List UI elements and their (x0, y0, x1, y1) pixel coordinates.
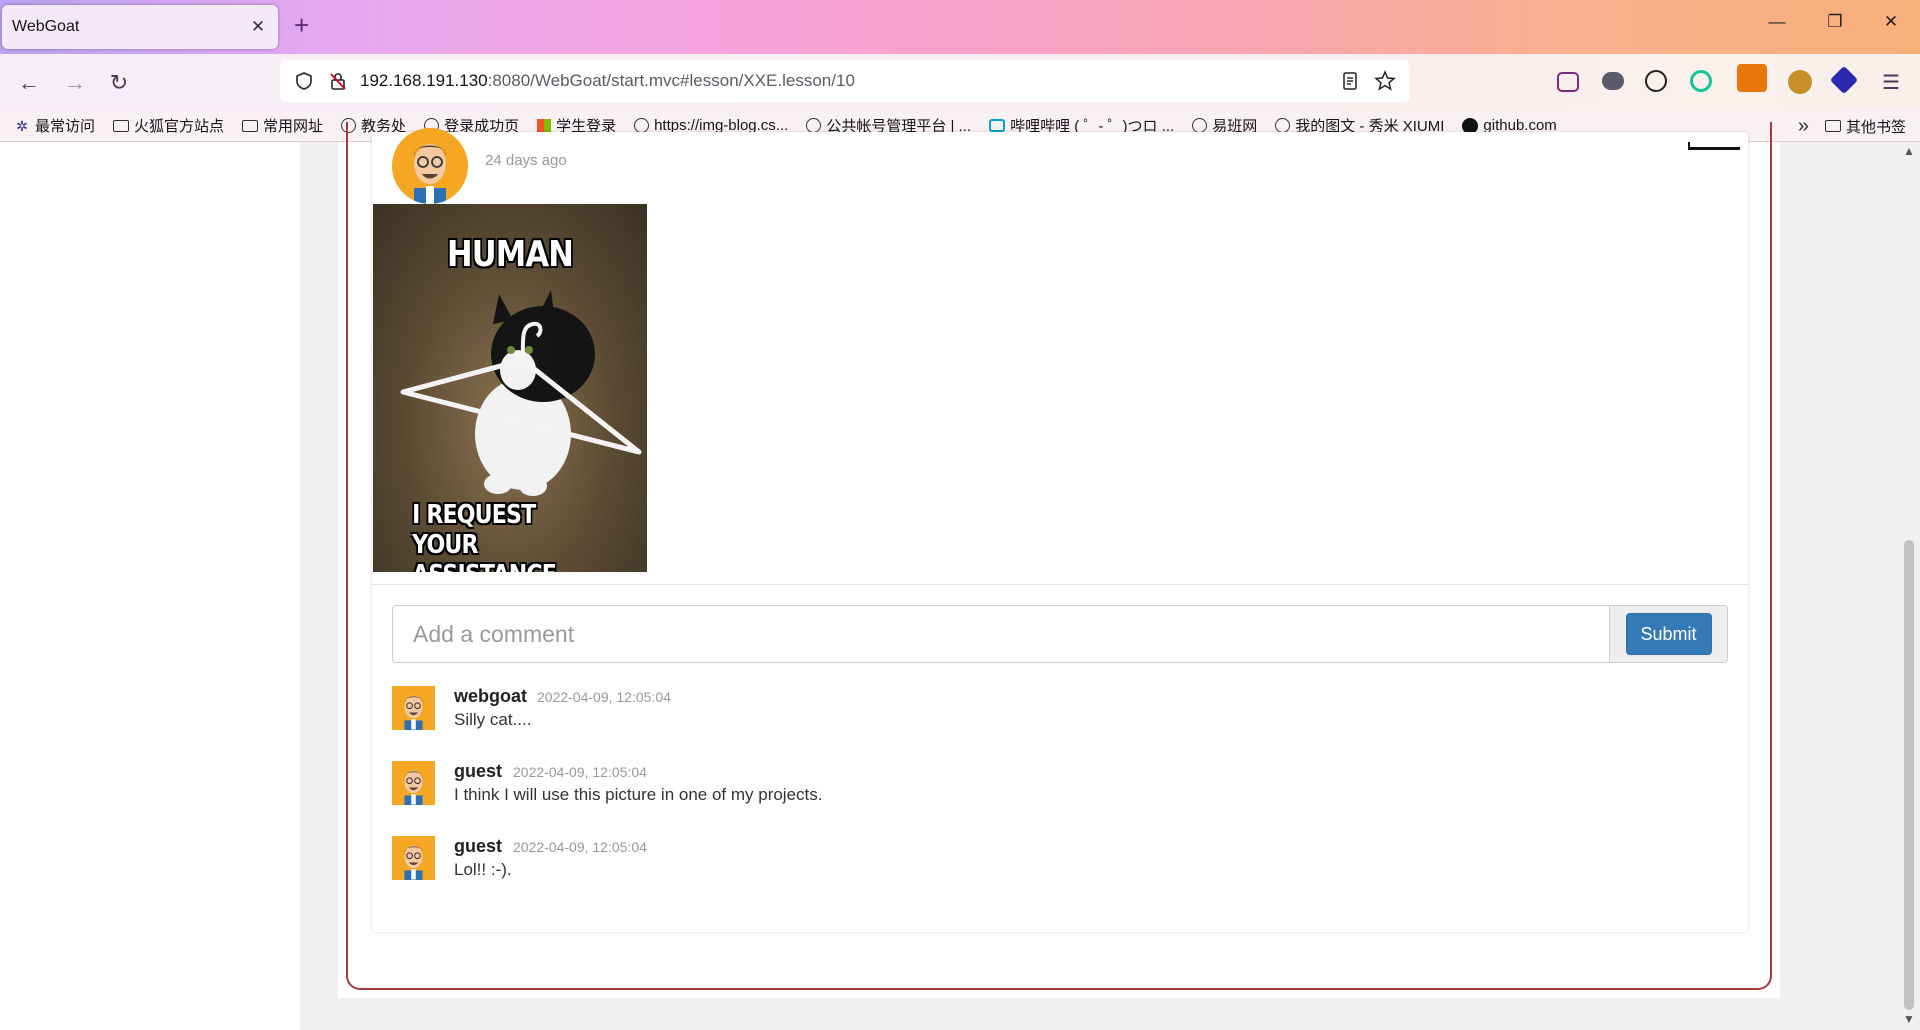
comment-input[interactable] (392, 605, 1610, 663)
restore-button[interactable]: ❐ (1812, 12, 1858, 32)
tab-strip: WebGoat ✕ + — ❐ ✕ (0, 0, 1920, 54)
scroll-up-arrow-icon[interactable]: ▲ (1900, 144, 1918, 158)
pocket-icon[interactable] (1557, 72, 1579, 92)
post-author-avatar (392, 128, 468, 204)
reader-view-icon[interactable] (1340, 71, 1360, 91)
comment-text: I think I will use this picture in one o… (454, 785, 823, 804)
tampermonkey-icon[interactable] (1788, 70, 1812, 94)
menu-icon[interactable]: ☰ (1874, 66, 1908, 100)
cat-meme-image: HUMAN I REQUEST YOUR ASSISTANCE (373, 204, 647, 572)
extension-icon[interactable] (1829, 65, 1859, 95)
url-bar[interactable]: 192.168.191.130:8080/WebGoat/start.mvc#l… (280, 60, 1410, 102)
comment-user: webgoat (454, 686, 528, 706)
comment-user: guest (454, 836, 503, 856)
meme-top-text: HUMAN (447, 234, 574, 275)
scrollbar-thumb[interactable] (1904, 540, 1914, 1010)
comment-user: guest (454, 761, 503, 781)
bookmark-most-visited[interactable]: ✲ 最常访问 (14, 115, 95, 136)
comment-date: 2022-04-09, 12:05:04 (513, 839, 647, 855)
cookie-icon[interactable] (1645, 70, 1667, 92)
minimize-button[interactable]: — (1754, 12, 1800, 32)
bookmark-firefox-official[interactable]: 火狐官方站点 (113, 115, 224, 136)
page-viewport: 24 days ago HUMAN I REQUEST YOUR ASSISTA… (0, 122, 1920, 1030)
back-button[interactable]: ← (12, 66, 46, 100)
meme-bottom-text: I REQUEST YOUR ASSISTANCE (373, 500, 606, 572)
insecure-lock-icon[interactable] (328, 71, 348, 91)
folder-icon (242, 119, 259, 132)
close-window-button[interactable]: ✕ (1868, 12, 1914, 32)
comment-avatar (392, 836, 435, 880)
comment-avatar (392, 761, 435, 805)
bookmark-common-sites[interactable]: 常用网址 (242, 115, 323, 136)
meme-bottom-line-2: ASSISTANCE (412, 560, 606, 572)
comment-date: 2022-04-09, 12:05:04 (513, 764, 647, 780)
comment-text: Silly cat.... (454, 710, 532, 729)
comment-submit-addon: Submit (1610, 605, 1728, 663)
bookmark-label: 其他书签 (1845, 118, 1906, 136)
bookmark-label: 火狐官方站点 (134, 118, 225, 135)
tab-close-icon[interactable]: ✕ (248, 17, 268, 37)
grammarly-icon[interactable] (1690, 70, 1712, 92)
reload-button[interactable]: ↻ (102, 66, 136, 100)
chat-icon[interactable] (1602, 72, 1624, 90)
tab-webgoat[interactable]: WebGoat ✕ (2, 5, 278, 49)
comment-item: guest 2022-04-09, 12:05:04 Lol!! :-). (392, 836, 1392, 886)
comment-item: guest 2022-04-09, 12:05:04 I think I wil… (392, 761, 1392, 811)
submit-button[interactable]: Submit (1625, 613, 1712, 655)
scroll-down-arrow-icon[interactable]: ▼ (1900, 1012, 1918, 1026)
bookmark-star-icon[interactable] (1374, 70, 1396, 92)
comment-text: Lol!! :-). (454, 860, 512, 879)
post-timestamp: 24 days ago (485, 152, 567, 169)
bookmark-label: 最常访问 (35, 118, 96, 135)
navigation-bar: ← → ↻ 192.168.191.130:8080/WebGoat/start… (0, 54, 1920, 110)
comment-date: 2022-04-09, 12:05:04 (537, 689, 671, 705)
folder-icon (113, 119, 130, 132)
folder-icon (1824, 120, 1841, 132)
burp-icon[interactable] (1737, 64, 1767, 92)
new-tab-button[interactable]: + (294, 10, 309, 40)
comment-item: webgoat 2022-04-09, 12:05:04 Silly cat..… (392, 686, 1392, 736)
tab-title: WebGoat (12, 18, 80, 35)
comment-form: Submit (392, 605, 1728, 663)
bookmark-other[interactable]: 其他书签 (1824, 116, 1906, 137)
url-path: :8080/WebGoat/start.mvc#lesson/XXE.lesso… (487, 71, 855, 90)
comment-avatar (392, 686, 435, 730)
gear-icon: ✲ (16, 117, 28, 134)
forward-button[interactable]: → (58, 66, 92, 100)
shield-icon[interactable] (294, 71, 314, 91)
bookmarks-overflow-icon[interactable]: » (1798, 115, 1809, 138)
url-host: 192.168.191.130 (360, 71, 488, 90)
meme-bottom-line-1: I REQUEST YOUR (412, 500, 536, 560)
bookmark-label: 常用网址 (263, 118, 324, 135)
post-corner-logo (1688, 142, 1740, 150)
post-divider (372, 584, 1748, 585)
